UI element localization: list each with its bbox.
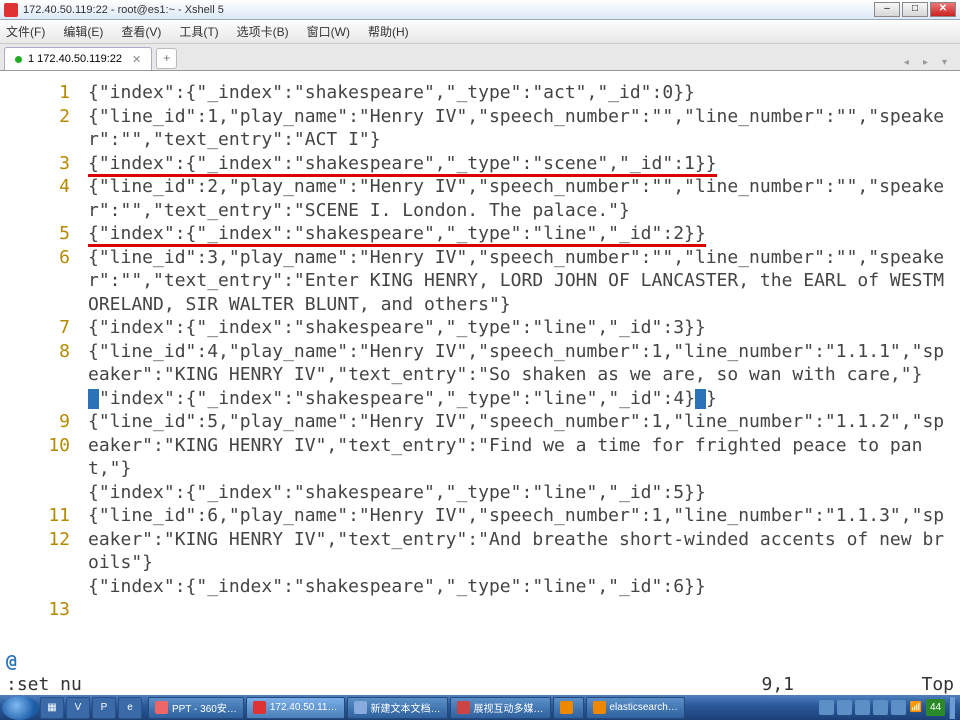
menu-item[interactable]: 文件(F) bbox=[6, 23, 45, 40]
line-number: 2 bbox=[0, 105, 70, 152]
menu-item[interactable]: 帮助(H) bbox=[368, 23, 409, 40]
code-line: {"line_id":3,"play_name":"Henry IV","spe… bbox=[88, 246, 954, 317]
code-line: {"index":{"_index":"shakespeare","_type"… bbox=[88, 316, 954, 340]
task-icon bbox=[593, 701, 606, 714]
tab-bar: 1 172.40.50.119:22 ✕ + ◂ ▸ ▾ bbox=[0, 44, 960, 71]
menu-item[interactable]: 编辑(E) bbox=[63, 23, 103, 40]
line-number: 1 bbox=[0, 81, 70, 105]
quick-launch: ▦VPe bbox=[40, 697, 142, 719]
close-button[interactable]: ✕ bbox=[930, 2, 956, 17]
tray-icon[interactable] bbox=[891, 700, 906, 715]
tray-icon[interactable] bbox=[837, 700, 852, 715]
line-number: 7 bbox=[0, 316, 70, 340]
line-number-gutter: 12345678910111213 bbox=[0, 81, 80, 622]
status-dot-icon bbox=[15, 56, 22, 63]
tab-close-icon[interactable]: ✕ bbox=[132, 53, 141, 66]
code-line: {"line_id":5,"play_name":"Henry IV","spe… bbox=[88, 410, 954, 481]
task-icon bbox=[155, 701, 168, 714]
task-icon bbox=[253, 701, 266, 714]
window-controls: ‒ □ ✕ bbox=[874, 2, 956, 17]
vim-status-line: :set nu 9,1 Top bbox=[6, 672, 954, 696]
line-number: 4 bbox=[0, 175, 70, 222]
code-line: "index":{"_index":"shakespeare","_type":… bbox=[88, 387, 954, 411]
line-number: 10 bbox=[0, 434, 70, 505]
task-buttons: PPT - 360安… 172.40.50.11… 新建文本文档… 展视互动多媒… el… bbox=[148, 697, 685, 719]
code-line: {"line_id":1,"play_name":"Henry IV","spe… bbox=[88, 105, 954, 152]
menu-item[interactable]: 选项卡(B) bbox=[237, 23, 289, 40]
line-number: 3 bbox=[0, 152, 70, 176]
tab-nav-left-icon[interactable]: ◂ bbox=[900, 55, 913, 70]
quick-launch-item[interactable]: V bbox=[66, 697, 90, 719]
line-number: 13 bbox=[0, 598, 70, 622]
tab-label: 1 172.40.50.119:22 bbox=[28, 53, 122, 65]
vim-marker: @ bbox=[6, 651, 17, 672]
line-number: 6 bbox=[0, 246, 70, 317]
system-tray: 📶 44 bbox=[816, 697, 958, 719]
menu-item[interactable]: 窗口(W) bbox=[307, 23, 350, 40]
tray-icon[interactable] bbox=[873, 700, 888, 715]
task-icon bbox=[457, 701, 470, 714]
app-icon bbox=[4, 3, 18, 17]
tray-icon[interactable] bbox=[819, 700, 834, 715]
quick-launch-item[interactable]: P bbox=[92, 697, 116, 719]
tab-nav-right-icon[interactable]: ▸ bbox=[919, 55, 932, 70]
tray-indicator-icon[interactable]: 📶 bbox=[910, 702, 922, 713]
show-desktop-button[interactable] bbox=[949, 697, 955, 719]
title-bar: 172.40.50.119:22 - root@es1:~ - Xshell 5… bbox=[0, 0, 960, 20]
task-icon bbox=[354, 701, 367, 714]
code-line: {"index":{"_index":"shakespeare","_type"… bbox=[88, 152, 954, 176]
taskbar-button[interactable]: 新建文本文档… bbox=[347, 697, 448, 719]
menu-item[interactable]: 查看(V) bbox=[121, 23, 161, 40]
menu-item[interactable]: 工具(T) bbox=[179, 23, 218, 40]
code-line: {"line_id":2,"play_name":"Henry IV","spe… bbox=[88, 175, 954, 222]
quick-launch-item[interactable]: ▦ bbox=[40, 697, 64, 719]
highlighted-line: {"index":{"_index":"shakespeare","_type"… bbox=[88, 223, 706, 247]
code-line: {"line_id":4,"play_name":"Henry IV","spe… bbox=[88, 340, 954, 387]
code-line: {"index":{"_index":"shakespeare","_type"… bbox=[88, 81, 954, 105]
highlighted-line: {"index":{"_index":"shakespeare","_type"… bbox=[88, 153, 717, 177]
task-label: 新建文本文档… bbox=[371, 700, 441, 715]
taskbar-button[interactable] bbox=[553, 697, 584, 719]
cursor-end bbox=[695, 389, 706, 409]
session-tab[interactable]: 1 172.40.50.119:22 ✕ bbox=[4, 47, 152, 70]
taskbar-button[interactable]: elasticsearch… bbox=[586, 697, 685, 719]
vim-command: :set nu bbox=[6, 674, 426, 695]
task-label: elasticsearch… bbox=[610, 702, 678, 713]
cursor-position: 9,1 bbox=[426, 674, 894, 695]
taskbar-button[interactable]: 172.40.50.11… bbox=[246, 697, 345, 719]
line-number: 9 bbox=[0, 410, 70, 434]
code-line: {"index":{"_index":"shakespeare","_type"… bbox=[88, 575, 954, 599]
tray-icon[interactable] bbox=[855, 700, 870, 715]
tab-nav: ◂ ▸ ▾ bbox=[900, 55, 956, 70]
tray-icons bbox=[819, 700, 906, 715]
windows-taskbar: ▦VPe PPT - 360安… 172.40.50.11… 新建文本文档… 展视互动… bbox=[0, 695, 960, 720]
task-label: 172.40.50.11… bbox=[270, 702, 338, 713]
line-number: 12 bbox=[0, 528, 70, 599]
minimize-button[interactable]: ‒ bbox=[874, 2, 900, 17]
task-icon bbox=[560, 701, 573, 714]
terminal-editor[interactable]: 12345678910111213 {"index":{"_index":"sh… bbox=[0, 71, 960, 695]
taskbar-button[interactable]: PPT - 360安… bbox=[148, 697, 244, 719]
code-line: {"line_id":6,"play_name":"Henry IV","spe… bbox=[88, 504, 954, 575]
tab-nav-menu-icon[interactable]: ▾ bbox=[938, 55, 951, 70]
tray-clock-badge[interactable]: 44 bbox=[926, 699, 945, 716]
code-area[interactable]: {"index":{"_index":"shakespeare","_type"… bbox=[88, 81, 954, 598]
line-number: 5 bbox=[0, 222, 70, 246]
line-number: 8 bbox=[0, 340, 70, 411]
scroll-percent: Top bbox=[894, 674, 954, 695]
start-button[interactable] bbox=[2, 696, 38, 720]
quick-launch-item[interactable]: e bbox=[118, 697, 142, 719]
task-label: PPT - 360安… bbox=[172, 700, 237, 715]
cursor bbox=[88, 389, 99, 409]
task-label: 展视互动多媒… bbox=[474, 700, 544, 715]
menu-bar: 文件(F) 编辑(E) 查看(V) 工具(T) 选项卡(B) 窗口(W) 帮助(H) bbox=[0, 20, 960, 44]
taskbar-button[interactable]: 展视互动多媒… bbox=[450, 697, 551, 719]
code-line: {"index":{"_index":"shakespeare","_type"… bbox=[88, 222, 954, 246]
window-title: 172.40.50.119:22 - root@es1:~ - Xshell 5 bbox=[23, 4, 874, 16]
code-line: {"index":{"_index":"shakespeare","_type"… bbox=[88, 481, 954, 505]
new-tab-button[interactable]: + bbox=[156, 48, 177, 69]
maximize-button[interactable]: □ bbox=[902, 2, 928, 17]
line-number: 11 bbox=[0, 504, 70, 528]
